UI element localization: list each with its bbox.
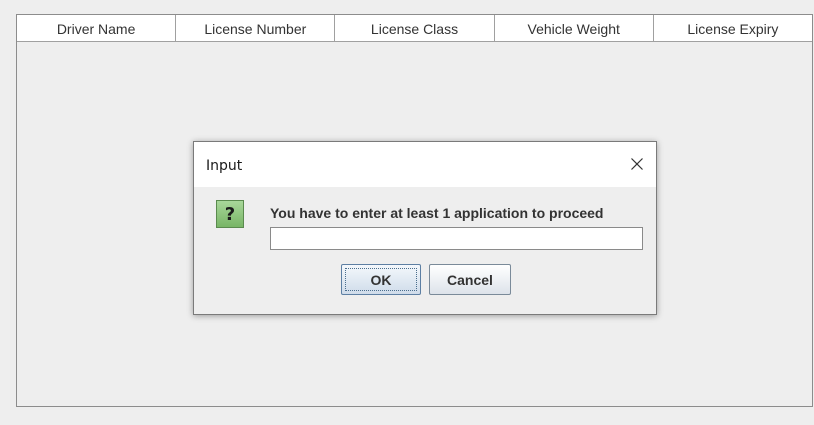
column-header-vehicle-weight[interactable]: Vehicle Weight <box>495 15 654 41</box>
dialog-titlebar[interactable]: Input <box>194 142 656 187</box>
close-button[interactable] <box>624 152 650 176</box>
application-input[interactable] <box>270 227 643 250</box>
dialog-title: Input <box>206 158 243 174</box>
close-icon <box>631 158 643 170</box>
application-window: Driver Name License Number License Class… <box>0 0 814 425</box>
table-header: Driver Name License Number License Class… <box>17 15 812 42</box>
column-header-driver-name[interactable]: Driver Name <box>17 15 177 41</box>
dialog-message: You have to enter at least 1 application… <box>270 205 604 221</box>
ok-button[interactable]: OK <box>341 264 421 295</box>
cancel-button[interactable]: Cancel <box>429 264 511 295</box>
column-header-license-expiry[interactable]: License Expiry <box>654 15 812 41</box>
input-dialog: Input ? You have to enter at least 1 app… <box>193 141 657 315</box>
question-icon: ? <box>216 200 244 228</box>
column-header-license-number[interactable]: License Number <box>176 15 336 41</box>
column-header-license-class[interactable]: License Class <box>335 15 495 41</box>
